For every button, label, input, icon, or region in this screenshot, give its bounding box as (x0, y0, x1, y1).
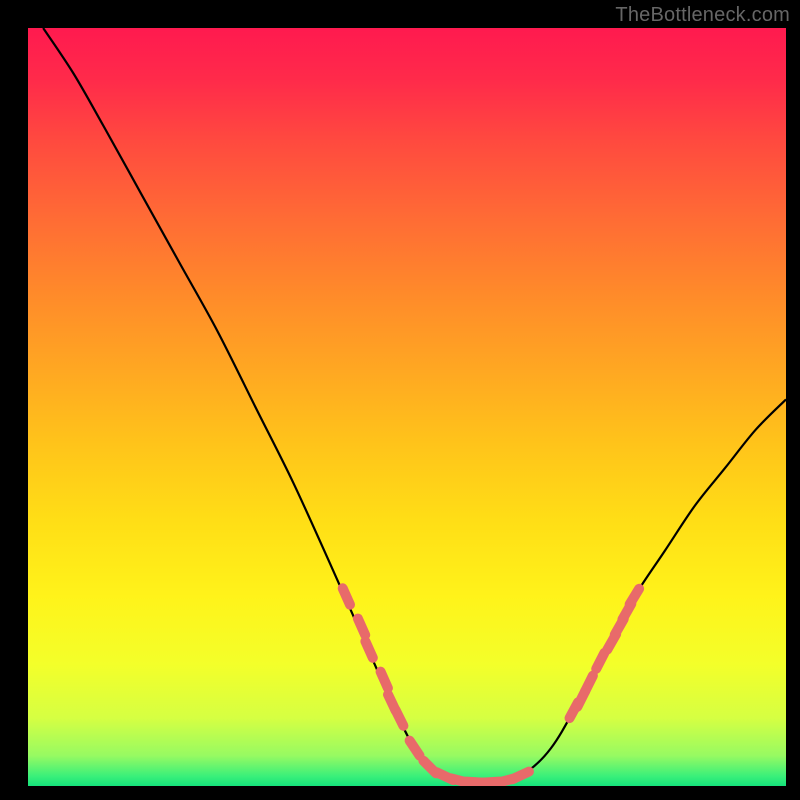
bottleneck-chart (0, 0, 800, 800)
watermark-text: TheBottleneck.com (615, 4, 790, 27)
highlight-marker (358, 619, 365, 635)
highlight-marker (381, 672, 388, 688)
highlight-marker (513, 772, 529, 780)
highlight-marker (365, 641, 372, 658)
highlight-marker (343, 588, 350, 604)
plot-area (28, 28, 786, 786)
